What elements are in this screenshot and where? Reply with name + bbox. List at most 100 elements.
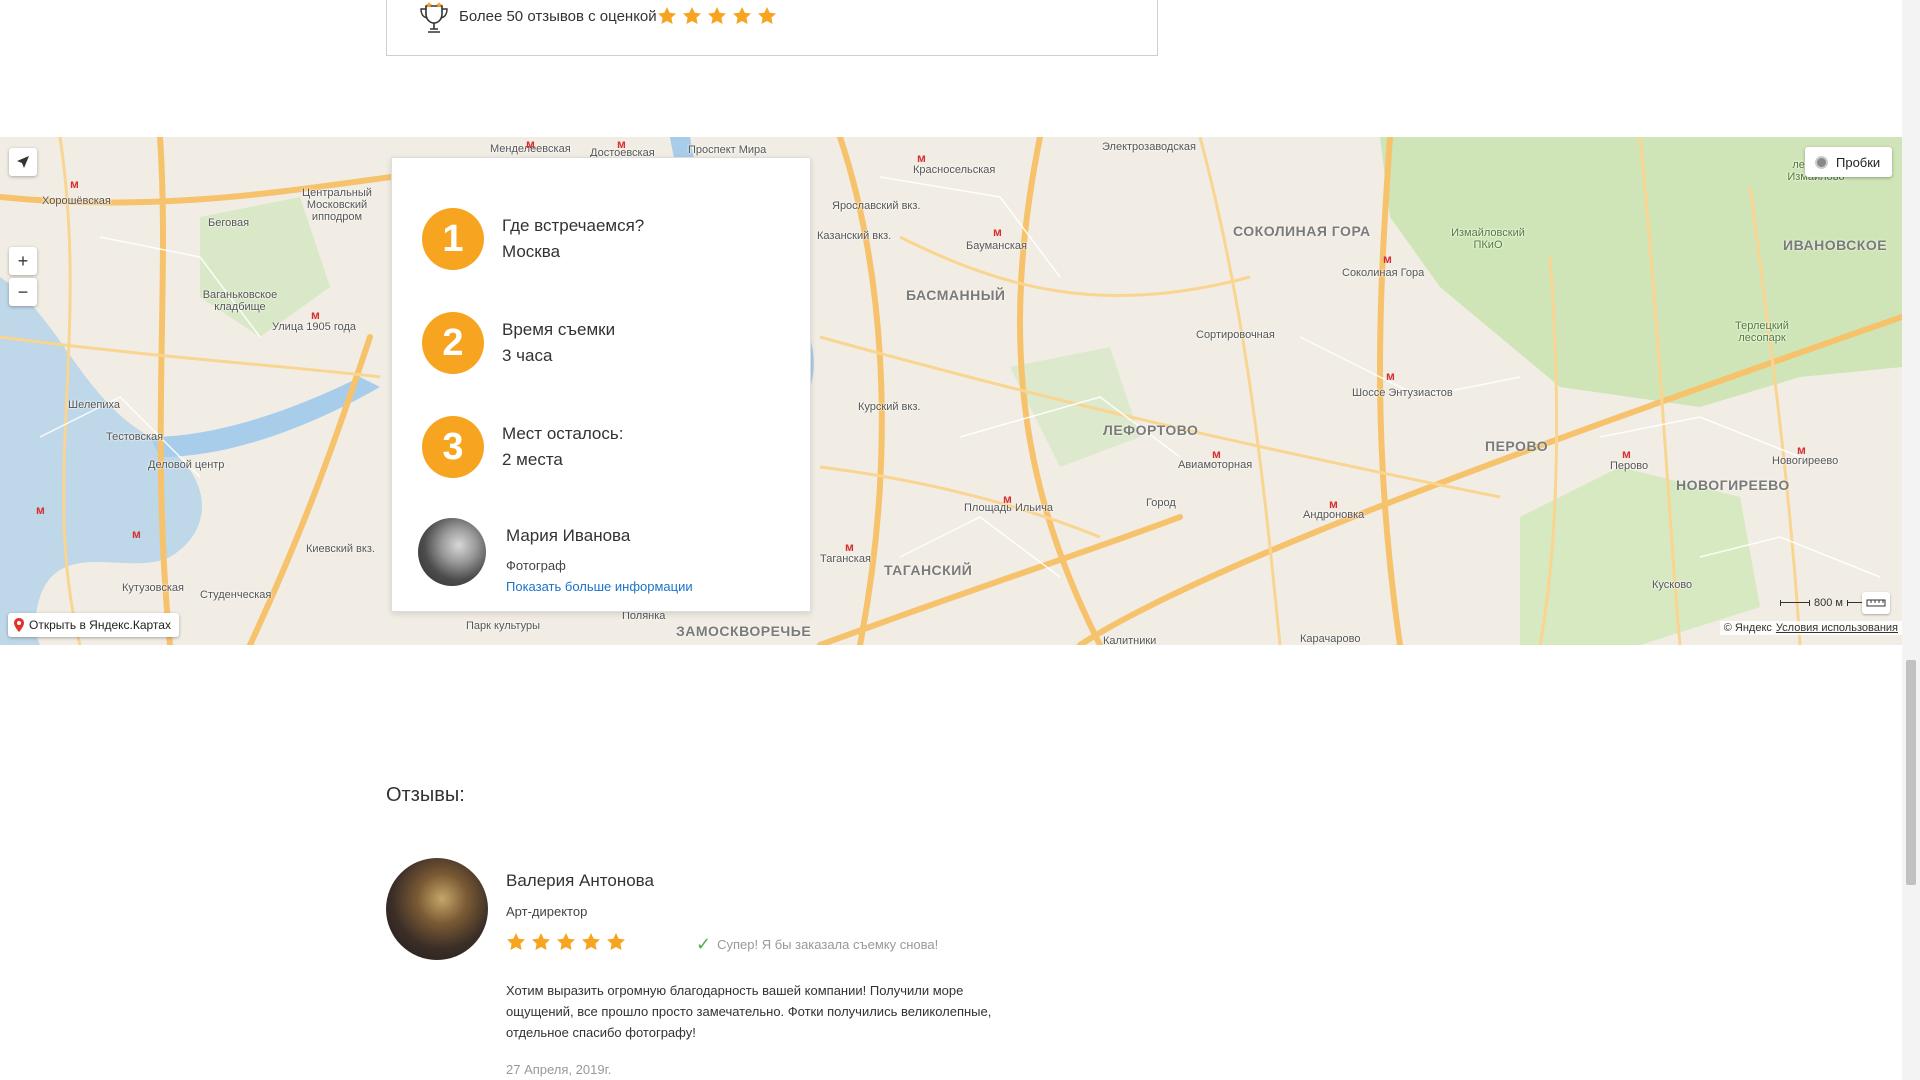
step-text: Время съемки 3 часа — [502, 317, 615, 369]
map-label: Сортировочная — [1196, 329, 1275, 341]
map-label: Центральный Московский ипподром — [302, 187, 372, 223]
rating-text: Более 50 отзывов с оценкой — [459, 8, 657, 25]
map-label: Курский вкз. — [858, 401, 921, 413]
metro-icon: м — [132, 527, 141, 541]
photographer-meta: Мария Иванова Фотограф Показать больше и… — [506, 518, 693, 594]
show-more-link[interactable]: Показать больше информации — [506, 579, 693, 594]
step-value: 3 часа — [502, 346, 553, 365]
ruler-button[interactable] — [1862, 592, 1890, 614]
map-label: Киевский вкз. — [306, 543, 375, 555]
geolocation-button[interactable] — [9, 148, 37, 176]
map-pin-icon — [14, 618, 24, 632]
map-district: НОВОГИРЕЕВО — [1676, 477, 1790, 493]
metro-icon: м — [1797, 443, 1806, 457]
location-arrow-icon — [17, 156, 29, 168]
map-copyright: © Яндекс Условия использования — [1719, 621, 1902, 635]
star-icon — [758, 7, 776, 24]
map-label: Ярославский вкз. — [832, 200, 921, 212]
map-label: Улица 1905 года — [272, 321, 356, 333]
step-seats: 3 Мест осталось: 2 места — [422, 416, 623, 478]
star-icon — [582, 933, 600, 950]
map-district: БАСМАННЫЙ — [906, 287, 1006, 303]
metro-icon: м — [917, 151, 926, 165]
reviewer-role: Арт-директор — [506, 904, 588, 919]
rating-card: Более 50 отзывов с оценкой — [386, 0, 1158, 56]
metro-icon: м — [1383, 252, 1392, 266]
step-number: 2 — [422, 312, 484, 374]
copyright-text: © Яндекс — [1723, 622, 1772, 634]
reviewer-name: Валерия Антонова — [506, 871, 654, 890]
scrollbar-thumb[interactable] — [1906, 660, 1916, 885]
map-district: СОКОЛИНАЯ ГОРА — [1233, 223, 1371, 239]
map-label: Кусково — [1652, 579, 1693, 591]
metro-icon: м — [1386, 369, 1395, 383]
rating-stars — [657, 6, 777, 26]
map-label: Шоссе Энтузиастов — [1352, 387, 1453, 399]
map-label: Деловой центр — [148, 459, 225, 471]
map-district: ТАГАНСКИЙ — [884, 562, 973, 578]
star-icon — [607, 933, 625, 950]
metro-icon: м — [70, 177, 79, 191]
metro-icon: м — [311, 308, 320, 322]
map-label: Кутузовская — [122, 582, 184, 594]
check-icon: ✓ — [696, 934, 712, 954]
step-title: Время съемки — [502, 320, 616, 339]
page: Более 50 отзывов с оценкой СОКОЛИНАЯ ГОР… — [0, 0, 1920, 1080]
metro-icon: м — [526, 137, 535, 151]
step-text: Где встречаемся? Москва — [502, 213, 644, 265]
map-label: Терлецкий лесопарк — [1735, 320, 1789, 344]
map-label: Измайловский ПКиО — [1451, 227, 1525, 251]
review-date: 27 Апреля, 2019г. — [506, 1062, 612, 1077]
metro-icon: м — [1003, 492, 1012, 506]
metro-icon: м — [36, 503, 45, 517]
zoom-in-button[interactable]: + — [9, 247, 37, 275]
step-title: Мест осталось: — [502, 424, 624, 443]
step-title: Где встречаемся? — [502, 216, 645, 235]
map-label: Проспект Мира — [688, 144, 767, 156]
open-in-yandex-maps-button[interactable]: Открыть в Яндекс.Картах — [8, 613, 179, 637]
terms-link[interactable]: Условия использования — [1776, 622, 1898, 634]
metro-icon: м — [1622, 447, 1631, 461]
star-icon — [557, 933, 575, 950]
metro-icon: м — [993, 225, 1002, 239]
map-district: ЛЕФОРТОВО — [1103, 422, 1199, 438]
map-label: Красносельская — [913, 164, 996, 176]
scale-bar — [1780, 600, 1810, 606]
metro-icon: м — [1329, 497, 1338, 511]
review-stars — [506, 932, 626, 952]
photographer-name: Мария Иванова — [506, 526, 631, 545]
map-label: Перово — [1610, 460, 1649, 472]
step-number: 1 — [422, 208, 484, 270]
metro-icon: м — [1212, 447, 1221, 461]
step-text: Мест осталось: 2 места — [502, 421, 623, 473]
step-value: Москва — [502, 242, 561, 261]
zoom-out-button[interactable]: − — [9, 278, 37, 306]
traffic-label: Пробки — [1836, 154, 1881, 170]
traffic-button[interactable]: Пробки — [1805, 147, 1893, 177]
step-number: 3 — [422, 416, 484, 478]
map-label: Город — [1146, 497, 1176, 509]
step-location: 1 Где встречаемся? Москва — [422, 208, 644, 270]
map-label: Электрозаводская — [1102, 141, 1196, 153]
step-value: 2 места — [502, 450, 563, 469]
metro-icon: м — [845, 540, 854, 554]
scale-label: 800 м — [1814, 597, 1843, 609]
event-info-panel: 1 Где встречаемся? Москва 2 Время съемки… — [391, 157, 811, 612]
map-label: Студенческая — [200, 589, 272, 601]
map[interactable]: СОКОЛИНАЯ ГОРА ИВАНОВСКОЕ БАСМАННЫЙ ЛЕФО… — [0, 137, 1902, 645]
map-label: Ваганьковское кладбище — [202, 289, 278, 313]
reviewer-avatar — [386, 858, 488, 960]
trophy-icon — [420, 2, 448, 33]
scrollbar[interactable] — [1902, 0, 1920, 1080]
map-label: Калитники — [1103, 635, 1157, 645]
map-district: ЗАМОСКВОРЕЧЬЕ — [676, 623, 812, 639]
map-label: Соколиная Гора — [1342, 267, 1425, 279]
photographer-role: Фотограф — [506, 558, 566, 573]
map-district: ПЕРОВО — [1485, 438, 1549, 454]
map-label: Тестовская — [106, 431, 164, 443]
review-body: Хотим выразить огромную благодарность ва… — [506, 983, 992, 1040]
reviews-heading: Отзывы: — [386, 784, 465, 806]
photographer: Мария Иванова Фотограф Показать больше и… — [418, 518, 693, 594]
star-icon — [708, 7, 726, 24]
map-label: Парк культуры — [466, 620, 541, 632]
